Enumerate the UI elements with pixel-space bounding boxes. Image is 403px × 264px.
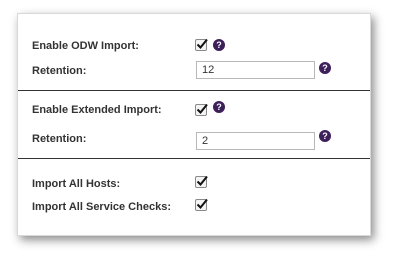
extended-retention-label: Retention: (32, 133, 87, 145)
enable-extended-import-checkbox[interactable] (195, 103, 208, 116)
checkmark-icon (196, 175, 208, 186)
section-divider (18, 90, 370, 91)
import-all-service-checks-label: Import All Service Checks: (32, 201, 171, 213)
import-settings-panel: Enable ODW Import: ? Retention: 12 ? Ena… (17, 13, 371, 236)
odw-retention-input[interactable]: 12 (196, 61, 315, 79)
checkmark-icon (196, 38, 208, 49)
help-icon[interactable]: ? (213, 101, 225, 113)
import-all-hosts-checkbox[interactable] (195, 175, 208, 188)
import-all-service-checks-checkbox[interactable] (195, 198, 208, 211)
enable-extended-import-label: Enable Extended Import: (32, 104, 162, 116)
enable-odw-import-checkbox[interactable] (195, 38, 208, 51)
enable-odw-import-label: Enable ODW Import: (32, 40, 139, 52)
section-divider (18, 158, 370, 159)
help-icon[interactable]: ? (319, 62, 331, 74)
help-icon[interactable]: ? (319, 130, 331, 142)
help-icon[interactable]: ? (213, 39, 225, 51)
import-all-hosts-label: Import All Hosts: (32, 178, 121, 190)
odw-retention-label: Retention: (32, 65, 87, 77)
checkmark-icon (196, 198, 208, 209)
checkmark-icon (196, 103, 208, 114)
extended-retention-input[interactable]: 2 (196, 132, 315, 150)
